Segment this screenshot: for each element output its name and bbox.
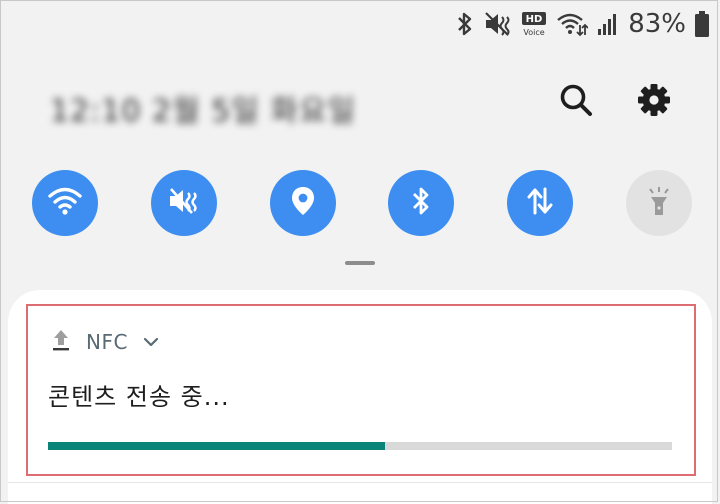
- status-bar: HD Voice 83%: [454, 6, 710, 42]
- signal-icon: [596, 11, 618, 37]
- wifi-calling-icon: [556, 11, 589, 37]
- divider: [8, 482, 712, 483]
- qs-tile-bluetooth[interactable]: [388, 170, 455, 236]
- location-pin-icon: [289, 185, 317, 221]
- hd-label: HD: [526, 14, 543, 25]
- data-arrows-icon: [525, 186, 555, 220]
- search-icon[interactable]: [558, 82, 594, 122]
- header-row: 12:10 2월 5일 화요일: [50, 80, 690, 130]
- battery-icon: [694, 10, 710, 38]
- gear-icon[interactable]: [636, 82, 672, 122]
- voice-label: Voice: [524, 28, 545, 37]
- bluetooth-icon: [454, 11, 476, 37]
- wifi-icon: [48, 186, 82, 220]
- qs-tile-flashlight[interactable]: [625, 170, 692, 236]
- battery-percent: 83%: [628, 9, 686, 39]
- flashlight-icon: [646, 185, 672, 221]
- qs-tile-location[interactable]: [269, 170, 336, 236]
- date-time: 12:10 2월 5일 화요일: [50, 94, 357, 129]
- vibrate-icon: [484, 11, 512, 37]
- quick-settings: [32, 170, 692, 236]
- notification-highlight-box: [26, 304, 696, 476]
- header-actions: [558, 82, 672, 122]
- panel-drag-handle[interactable]: [345, 261, 375, 265]
- bluetooth-icon: [410, 186, 432, 220]
- vibrate-icon: [167, 186, 201, 220]
- qs-tile-wifi[interactable]: [32, 170, 98, 236]
- qs-tile-sound[interactable]: [150, 170, 217, 236]
- qs-tile-mobile-data[interactable]: [507, 170, 574, 236]
- hd-voice-icon: HD Voice: [520, 11, 548, 37]
